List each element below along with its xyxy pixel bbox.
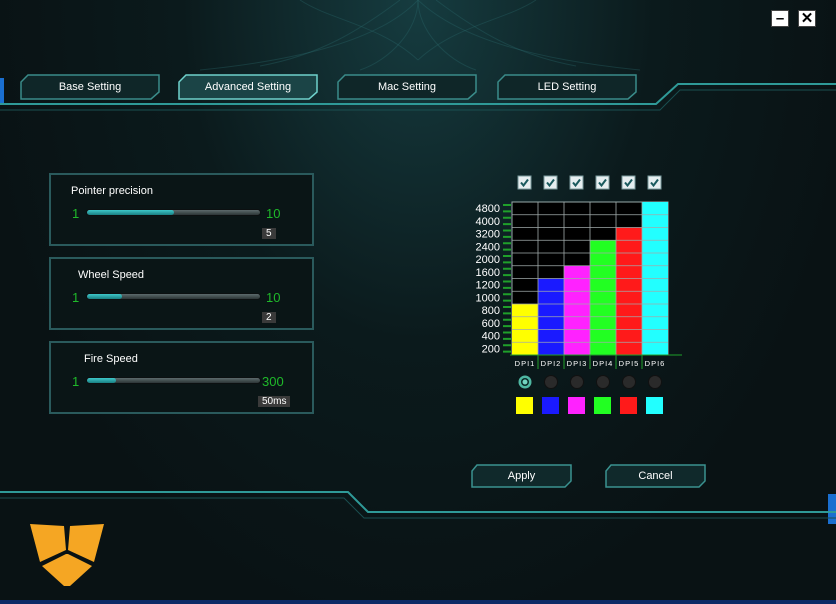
dpi-color-swatch-6[interactable] xyxy=(646,397,663,414)
scale-tick xyxy=(503,318,511,321)
scale-tick xyxy=(503,312,511,315)
wheel-speed-value: 2 xyxy=(262,312,276,323)
y-tick-label: 1600 xyxy=(476,267,500,279)
x-category-label: DPI3 xyxy=(567,359,588,368)
tab-advanced-setting-label: Advanced Setting xyxy=(204,81,292,93)
wheel-speed-max: 10 xyxy=(266,290,281,305)
fire-speed-min: 1 xyxy=(72,374,80,389)
x-category-label: DPI2 xyxy=(541,359,562,368)
y-tick-label: 4000 xyxy=(476,216,500,228)
scale-tick xyxy=(503,306,511,308)
fire-speed-value: 50ms xyxy=(258,396,291,407)
y-tick-label: 3200 xyxy=(476,229,500,241)
dpi-radio-2[interactable] xyxy=(544,375,558,389)
dpi-color-swatch-5[interactable] xyxy=(620,397,637,414)
y-tick-label: 2000 xyxy=(476,254,500,266)
app-window: – ✕ Base Setting Advanced Setting Mac Se… xyxy=(0,0,836,604)
tab-base-setting[interactable]: Base Setting xyxy=(20,74,160,100)
close-button[interactable]: ✕ xyxy=(798,10,816,27)
scale-tick xyxy=(503,331,511,334)
dpi-color-swatch-4[interactable] xyxy=(594,397,611,414)
pointer-precision-slider[interactable] xyxy=(86,209,261,216)
scale-tick xyxy=(503,299,511,302)
scale-tick xyxy=(503,255,511,257)
y-tick-label: 1200 xyxy=(476,280,500,292)
wheel-speed-min: 1 xyxy=(72,290,80,305)
dpi-color-swatch-1[interactable] xyxy=(516,397,533,414)
dpi-radio-3[interactable] xyxy=(570,375,584,389)
x-category-label: DPI6 xyxy=(645,359,666,368)
fire-speed-group: Fire Speed 1 300 50ms xyxy=(49,341,314,414)
pointer-precision-value: 5 xyxy=(262,228,276,239)
fire-speed-slider[interactable] xyxy=(86,377,261,384)
apply-button[interactable]: Apply xyxy=(471,464,572,488)
scale-tick xyxy=(503,242,511,245)
scale-tick xyxy=(503,261,511,264)
wheel-speed-title: Wheel Speed xyxy=(78,269,145,281)
dpi-color-swatch-2[interactable] xyxy=(542,397,559,414)
scale-tick xyxy=(503,229,511,232)
tab-base-setting-label: Base Setting xyxy=(58,81,122,93)
scale-tick xyxy=(503,267,511,270)
x-category-label: DPI5 xyxy=(619,359,640,368)
y-tick-label: 200 xyxy=(482,343,500,355)
x-category-label: DPI4 xyxy=(593,359,614,368)
dpi-chart: 4800400032002400200016001200100080060040… xyxy=(476,175,682,414)
scale-tick xyxy=(503,210,511,213)
tab-advanced-setting[interactable]: Advanced Setting xyxy=(178,74,318,100)
fire-speed-slider-fill xyxy=(87,378,117,383)
scale-tick xyxy=(503,280,511,283)
dpi-bar-3 xyxy=(564,265,590,355)
radio-dot xyxy=(522,379,528,385)
scale-tick xyxy=(503,248,511,251)
scale-tick xyxy=(503,293,511,296)
tab-mac-setting[interactable]: Mac Setting xyxy=(337,74,477,100)
scale-tick xyxy=(503,325,511,328)
scale-tick xyxy=(503,223,511,226)
cancel-button-label: Cancel xyxy=(638,470,673,482)
scale-tick xyxy=(503,350,511,353)
tab-led-setting-label: LED Setting xyxy=(537,81,597,93)
fire-speed-max: 300 xyxy=(262,374,284,389)
y-tick-label: 4800 xyxy=(476,203,500,215)
y-tick-label: 600 xyxy=(482,318,500,330)
dpi-radio-4[interactable] xyxy=(596,375,610,389)
scale-tick xyxy=(503,286,511,289)
pointer-precision-group: Pointer precision 1 10 5 xyxy=(49,173,314,246)
wheel-speed-group: Wheel Speed 1 10 2 xyxy=(49,257,314,330)
dpi-color-swatch-3[interactable] xyxy=(568,397,585,414)
scale-tick xyxy=(503,274,511,277)
dpi-radio-6[interactable] xyxy=(648,375,662,389)
y-tick-label: 1000 xyxy=(476,292,500,304)
y-tick-label: 800 xyxy=(482,305,500,317)
dpi-bar-4 xyxy=(590,240,616,355)
scale-tick xyxy=(503,344,511,347)
y-tick-label: 400 xyxy=(482,331,500,343)
minimize-button[interactable]: – xyxy=(771,10,789,27)
scale-tick xyxy=(503,235,511,238)
scale-tick xyxy=(503,216,511,219)
wheel-speed-slider[interactable] xyxy=(86,293,261,300)
tab-led-setting[interactable]: LED Setting xyxy=(497,74,637,100)
dpi-radio-5[interactable] xyxy=(622,375,636,389)
pointer-precision-title: Pointer precision xyxy=(71,185,153,197)
tab-mac-setting-label: Mac Setting xyxy=(377,81,437,93)
pointer-precision-max: 10 xyxy=(266,206,281,221)
fire-speed-title: Fire Speed xyxy=(84,353,138,365)
pointer-precision-slider-fill xyxy=(87,210,174,215)
cancel-button[interactable]: Cancel xyxy=(605,464,706,488)
apply-button-label: Apply xyxy=(507,470,536,482)
brand-logo-icon xyxy=(30,524,104,586)
wheel-speed-slider-fill xyxy=(87,294,122,299)
x-category-label: DPI1 xyxy=(515,359,536,368)
scale-tick xyxy=(503,337,511,340)
scale-tick xyxy=(503,204,511,206)
pointer-precision-min: 1 xyxy=(72,206,80,221)
y-tick-label: 2400 xyxy=(476,241,500,253)
